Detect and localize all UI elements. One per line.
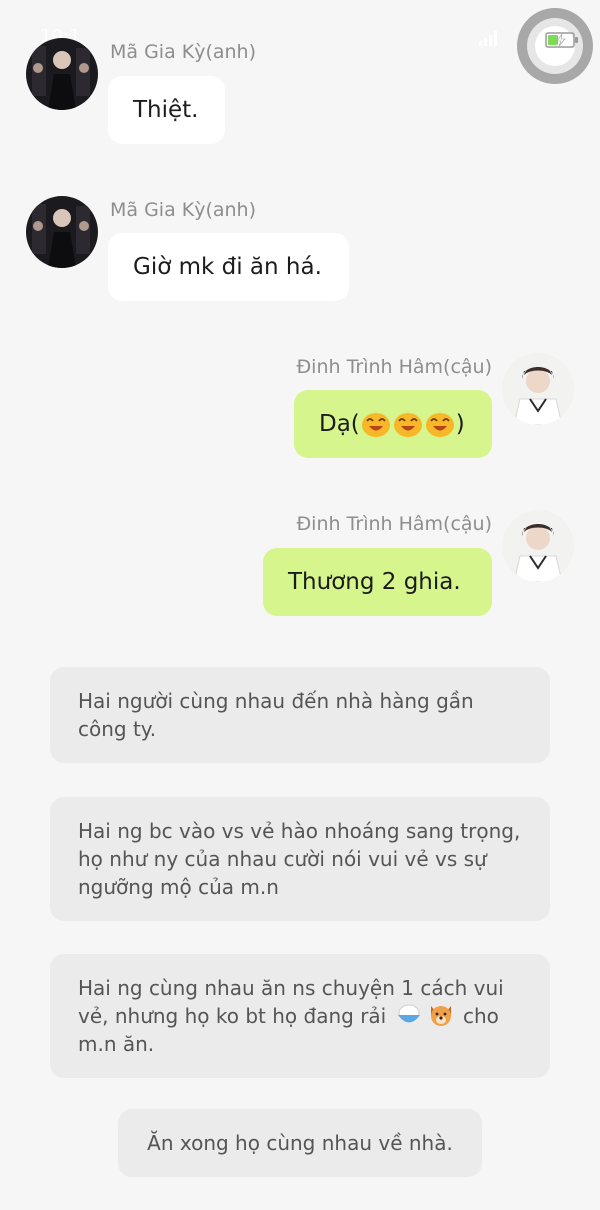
narration-text: Hai ng bc vào vs vẻ hào nhoáng sang trọn… [78,819,521,899]
narration-box: Hai người cùng nhau đến nhà hàng gần côn… [50,667,550,763]
sender-name: Đinh Trình Hâm(cậu) [296,356,492,378]
message-bubble-left[interactable]: Thiệt. [108,76,225,144]
dog-face-icon [430,1006,451,1026]
narration-text: Ăn xong họ cùng nhau về nhà. [147,1131,453,1155]
message-bubble-right[interactable]: Dạ( ) [294,390,492,458]
avatar-ma-gia-ky[interactable] [26,196,98,268]
avatar-ma-gia-ky[interactable] [26,38,98,110]
avatar-dinh-trinh-ham[interactable] [502,353,574,425]
avatar-image [26,196,98,268]
message-text: Thương 2 ghia. [288,569,461,595]
narration-text: Hai người cùng nhau đến nhà hàng gần côn… [78,689,474,741]
avatar-image [26,38,98,110]
message-bubble-left[interactable]: Giờ mk đi ăn há. [108,233,349,301]
rice-bowl-icon [397,1004,420,1023]
avatar-image [502,353,574,425]
message-text: Thiệt. [133,97,199,123]
sender-name: Đinh Trình Hâm(cậu) [296,513,492,535]
narration-box: Hai ng cùng nhau ăn ns chuyện 1 cách vui… [50,954,550,1078]
message-bubble-right[interactable]: Thương 2 ghia. [263,548,492,616]
message-text-suffix: ) [455,411,465,437]
message-text-prefix: Dạ( [319,411,360,437]
avatar-dinh-trinh-ham[interactable] [502,510,574,582]
signal-icon [479,31,497,46]
battery-charging-icon [545,32,578,48]
laughing-face-emoji [361,413,390,437]
narration-box: Ăn xong họ cùng nhau về nhà. [118,1109,482,1177]
message-text: Giờ mk đi ăn há. [133,254,322,280]
avatar-image [502,510,574,582]
laughing-face-emoji [425,413,454,437]
sender-name: Mã Gia Kỳ(anh) [110,41,257,63]
narration-box: Hai ng bc vào vs vẻ hào nhoáng sang trọn… [50,797,550,921]
sender-name: Mã Gia Kỳ(anh) [110,199,257,221]
laughing-face-emoji [393,413,422,437]
